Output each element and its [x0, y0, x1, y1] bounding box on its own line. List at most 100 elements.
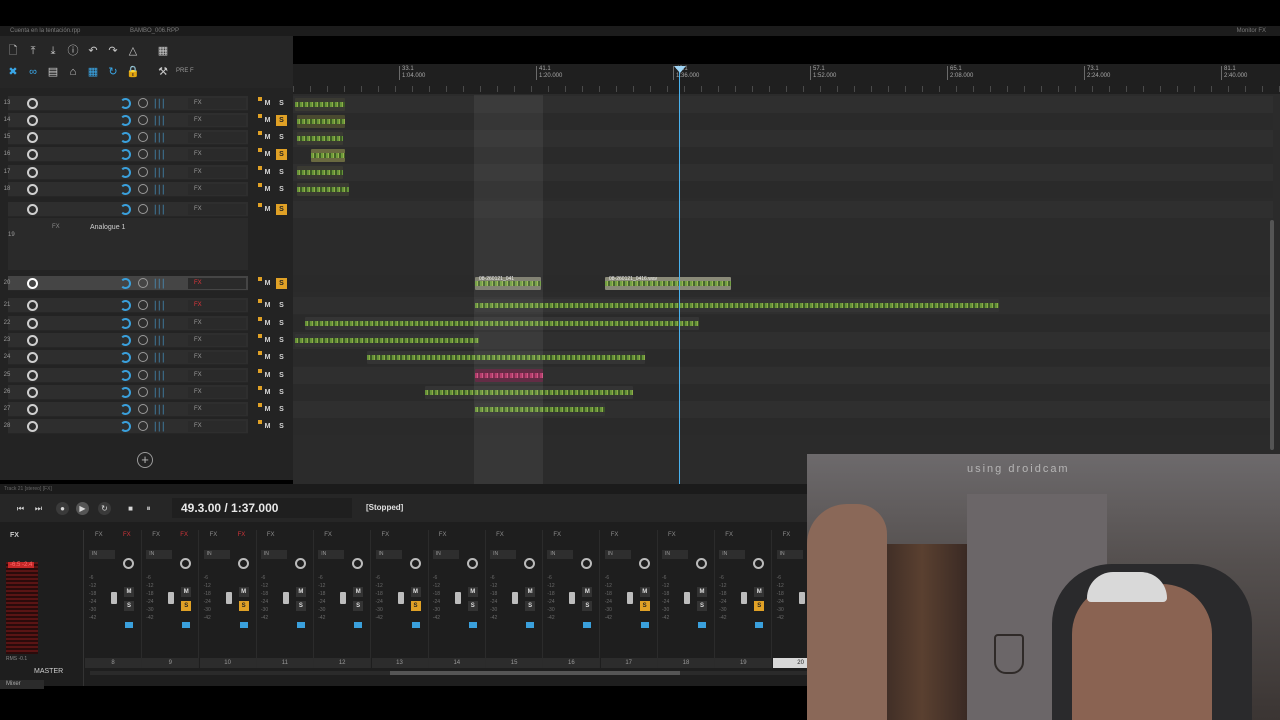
io-routing-icon[interactable]: │││: [153, 405, 166, 414]
record-arm-icon[interactable]: [27, 184, 38, 195]
undo-icon[interactable]: ↶: [86, 44, 100, 58]
strip-number[interactable]: 18: [658, 658, 714, 668]
mute-button[interactable]: M: [262, 132, 273, 143]
input-selector[interactable]: IN: [719, 550, 746, 559]
media-item[interactable]: [297, 115, 345, 128]
io-routing-icon[interactable]: │││: [153, 371, 166, 380]
fx-button[interactable]: FX: [152, 532, 160, 538]
mute-button[interactable]: M: [410, 587, 421, 597]
record-arm-icon[interactable]: [27, 421, 38, 432]
volume-fader[interactable]: [454, 592, 461, 604]
volume-knob-icon[interactable]: [120, 421, 131, 432]
pan-knob-icon[interactable]: [581, 558, 593, 569]
record-arm-icon[interactable]: [27, 132, 38, 143]
volume-fader[interactable]: [626, 592, 633, 604]
solo-button[interactable]: S: [276, 132, 287, 143]
fx-button[interactable]: FX: [783, 532, 791, 538]
record-arm-icon[interactable]: [27, 278, 38, 289]
record-arm-icon[interactable]: [27, 300, 38, 311]
mixer-strip[interactable]: FX FX IN -6 -12 -18 -24 -30 -42 M S 10: [199, 530, 257, 668]
pan-knob-icon[interactable]: [138, 335, 148, 345]
time-display[interactable]: 49.3.00 / 1:37.000: [172, 498, 352, 518]
mute-button[interactable]: M: [262, 184, 273, 195]
track-lane[interactable]: [293, 181, 1273, 198]
mute-button[interactable]: M: [262, 115, 273, 126]
solo-button[interactable]: S: [276, 204, 287, 215]
timeline-ruler[interactable]: 33.1 1:04.000 41.1 1:20.000 49.1 1:36.000 57.1…: [293, 64, 1280, 94]
solo-button[interactable]: S: [276, 421, 287, 432]
fx-button[interactable]: FX: [188, 204, 246, 215]
track-lane[interactable]: [293, 401, 1273, 418]
track-row[interactable]: │││ FX M S: [8, 202, 287, 217]
solo-button[interactable]: S: [276, 300, 287, 311]
solo-button[interactable]: S: [353, 601, 364, 611]
lock-icon[interactable]: 🔒: [126, 65, 140, 79]
grid-view-icon[interactable]: ▦: [156, 44, 170, 58]
track-lane[interactable]: [293, 164, 1273, 181]
io-routing-icon[interactable]: │││: [153, 185, 166, 194]
routing-icon[interactable]: [698, 622, 706, 628]
solo-button[interactable]: S: [276, 404, 287, 415]
arrange-view[interactable]: 33.1 1:04.000 41.1 1:20.000 49.1 1:36.000 57.1…: [293, 64, 1280, 484]
fx-active-icon[interactable]: FX: [180, 532, 188, 538]
io-routing-icon[interactable]: │││: [153, 99, 166, 108]
pan-knob-icon[interactable]: [138, 352, 148, 362]
fx-button[interactable]: FX: [188, 387, 246, 398]
fx-button[interactable]: FX: [188, 300, 246, 311]
routing-icon[interactable]: [640, 622, 649, 628]
track-lane[interactable]: [293, 130, 1273, 147]
track-row[interactable]: 21 │││ FX M S: [4, 298, 284, 313]
grid-lines-icon[interactable]: ▦: [86, 65, 100, 79]
fx-button[interactable]: FX: [95, 532, 103, 538]
pan-knob-icon[interactable]: [138, 318, 148, 328]
snap-grid-icon[interactable]: ▤: [46, 65, 60, 79]
input-selector[interactable]: IN: [260, 550, 287, 559]
playhead-marker-icon[interactable]: [674, 66, 686, 73]
fx-button[interactable]: FX: [188, 98, 246, 109]
mute-button[interactable]: M: [639, 587, 650, 597]
routing-icon[interactable]: [296, 622, 305, 628]
mute-button[interactable]: M: [525, 587, 536, 597]
mute-button[interactable]: M: [262, 335, 273, 346]
stop-button[interactable]: ■: [124, 502, 137, 515]
pan-knob-icon[interactable]: [138, 204, 148, 214]
fx-button[interactable]: FX: [611, 532, 619, 538]
track-row[interactable]: 22 │││ FX M S: [4, 316, 284, 331]
media-item[interactable]: [295, 334, 479, 347]
solo-button[interactable]: S: [276, 387, 287, 398]
io-routing-icon[interactable]: │││: [153, 279, 166, 288]
solo-button[interactable]: S: [276, 318, 287, 329]
io-routing-icon[interactable]: │││: [153, 301, 166, 310]
strip-number[interactable]: 10: [199, 658, 256, 668]
io-routing-icon[interactable]: │││: [153, 336, 166, 345]
fx-button[interactable]: FX: [188, 370, 246, 381]
time-selection[interactable]: [474, 95, 543, 484]
media-item[interactable]: [311, 149, 345, 162]
media-item[interactable]: 08-260121_0416.wav: [605, 276, 731, 290]
fx-button[interactable]: FX: [188, 167, 246, 178]
solo-button[interactable]: S: [295, 601, 306, 611]
strip-number[interactable]: 15: [486, 658, 543, 668]
volume-fader[interactable]: [397, 592, 404, 604]
volume-fader[interactable]: [684, 592, 690, 604]
record-arm-icon[interactable]: [27, 149, 38, 160]
mixer-scrollbar[interactable]: [90, 671, 807, 675]
pref-tool-icon[interactable]: ⚒: [156, 65, 170, 79]
fx-button[interactable]: FX: [668, 532, 676, 538]
input-selector[interactable]: IN: [203, 550, 230, 559]
solo-button[interactable]: S: [754, 601, 765, 611]
fx-button[interactable]: FX: [188, 318, 246, 329]
go-to-start-icon[interactable]: ⏮: [14, 502, 27, 515]
routing-icon[interactable]: [239, 622, 248, 628]
media-item[interactable]: [297, 132, 343, 145]
mixer-strip[interactable]: FX IN -6 -12 -18 -24 -30 -42 M S 16: [543, 530, 601, 668]
volume-knob-icon[interactable]: [120, 98, 131, 109]
track-lane[interactable]: [293, 367, 1273, 384]
input-selector[interactable]: IN: [604, 550, 631, 559]
solo-button[interactable]: S: [276, 115, 287, 126]
playhead-cursor[interactable]: [679, 70, 680, 484]
io-routing-icon[interactable]: │││: [153, 133, 166, 142]
track-lane[interactable]: [293, 418, 1273, 435]
media-item[interactable]: [297, 183, 349, 196]
auto-crossfade-icon[interactable]: ↻: [106, 65, 120, 79]
